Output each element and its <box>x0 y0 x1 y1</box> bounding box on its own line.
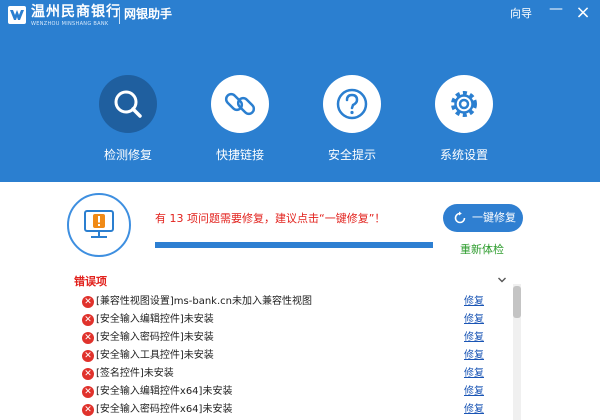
nav-security-tips-label: 安全提示 <box>327 148 376 162</box>
search-icon <box>114 90 142 118</box>
header-banner: 温州民商银行 WENZHOU MINSHANG BANK 网银助手 向导 — ×… <box>0 0 600 182</box>
progress-bar <box>155 242 433 248</box>
fix-all-button[interactable]: 一键修复 <box>443 204 523 232</box>
error-list-item: ✕ [签名控件]未安装 修复 <box>80 365 500 383</box>
nav-system-settings-label: 系统设置 <box>439 148 488 162</box>
question-icon <box>336 88 368 120</box>
error-icon: ✕ <box>82 296 94 308</box>
gear-icon <box>451 91 477 117</box>
chevron-down-icon[interactable] <box>496 274 508 286</box>
nav-detect-repair[interactable]: 检测修复 <box>88 75 168 167</box>
brand-name-english: WENZHOU MINSHANG BANK <box>31 21 109 27</box>
error-item-text: [安全输入密码控件]未安装 <box>96 332 214 343</box>
error-icon: ✕ <box>82 350 94 362</box>
scrollbar-thumb[interactable] <box>513 286 521 318</box>
repair-link[interactable]: 修复 <box>464 313 484 327</box>
repair-link[interactable]: 修复 <box>464 367 484 381</box>
guide-link[interactable]: 向导 <box>510 7 532 21</box>
error-icon: ✕ <box>82 368 94 380</box>
scrollbar[interactable] <box>513 284 521 420</box>
error-list-item: ✕ [安全输入密码控件]未安装 修复 <box>80 329 500 347</box>
nav-security-tips-circle[interactable] <box>323 75 381 133</box>
error-icon: ✕ <box>82 404 94 416</box>
error-item-text: [安全输入密码控件x64]未安装 <box>96 404 233 415</box>
recheck-link[interactable]: 重新体检 <box>460 243 504 257</box>
nav-security-tips[interactable]: 安全提示 <box>312 75 392 167</box>
repair-link[interactable]: 修复 <box>464 349 484 363</box>
link-icon <box>224 92 256 116</box>
bank-logo-icon <box>8 6 26 24</box>
close-button[interactable]: × <box>573 3 593 23</box>
error-section-title: 错误项 <box>74 275 107 288</box>
error-icon: ✕ <box>82 386 94 398</box>
app-title: 网银助手 <box>124 7 173 21</box>
nav-detect-repair-circle[interactable] <box>99 75 157 133</box>
error-item-text: [安全输入编辑控件x64]未安装 <box>96 386 233 397</box>
title-divider <box>119 7 120 24</box>
nav-quick-links-circle[interactable] <box>211 75 269 133</box>
brand-name: 温州民商银行 <box>31 4 121 20</box>
nav-detect-repair-label: 检测修复 <box>103 148 152 162</box>
error-list-item: ✕ [兼容性视图设置]ms-bank.cn未加入兼容性视图 修复 <box>80 293 500 311</box>
nav-system-settings[interactable]: 系统设置 <box>424 75 504 167</box>
refresh-icon <box>454 211 466 224</box>
error-item-text: [安全输入工具控件]未安装 <box>96 350 214 361</box>
repair-link[interactable]: 修复 <box>464 295 484 309</box>
repair-link[interactable]: 修复 <box>464 403 484 417</box>
status-message: 有 13 项问题需要修复，建议点击“一键修复”！ <box>155 212 386 225</box>
error-item-text: [兼容性视图设置]ms-bank.cn未加入兼容性视图 <box>96 296 312 307</box>
minimize-button[interactable]: — <box>546 2 566 23</box>
error-list-item: ✕ [安全输入编辑控件x64]未安装 修复 <box>80 383 500 401</box>
monitor-warning-icon <box>84 210 114 238</box>
status-monitor-badge <box>67 193 131 257</box>
error-item-text: [安全输入编辑控件]未安装 <box>96 314 214 325</box>
error-icon: ✕ <box>82 314 94 326</box>
title-bar: 温州民商银行 WENZHOU MINSHANG BANK 网银助手 向导 — × <box>0 0 600 30</box>
error-icon: ✕ <box>82 332 94 344</box>
progress-fill <box>155 242 433 248</box>
error-list-item: ✕ [安全输入工具控件]未安装 修复 <box>80 347 500 365</box>
fix-all-label: 一键修复 <box>472 211 516 224</box>
error-list-item: ✕ [安全输入密码控件x64]未安装 修复 <box>80 401 500 419</box>
nav-quick-links[interactable]: 快捷链接 <box>200 75 280 167</box>
error-list: ✕ [兼容性视图设置]ms-bank.cn未加入兼容性视图 修复 ✕ [安全输入编辑控件… <box>80 293 500 420</box>
nav-system-settings-circle[interactable] <box>435 75 493 133</box>
error-item-text: [签名控件]未安装 <box>96 368 174 379</box>
error-list-item: ✕ [安全输入编辑控件]未安装 修复 <box>80 311 500 329</box>
repair-link[interactable]: 修复 <box>464 331 484 345</box>
repair-link[interactable]: 修复 <box>464 385 484 399</box>
nav-quick-links-label: 快捷链接 <box>215 148 264 162</box>
